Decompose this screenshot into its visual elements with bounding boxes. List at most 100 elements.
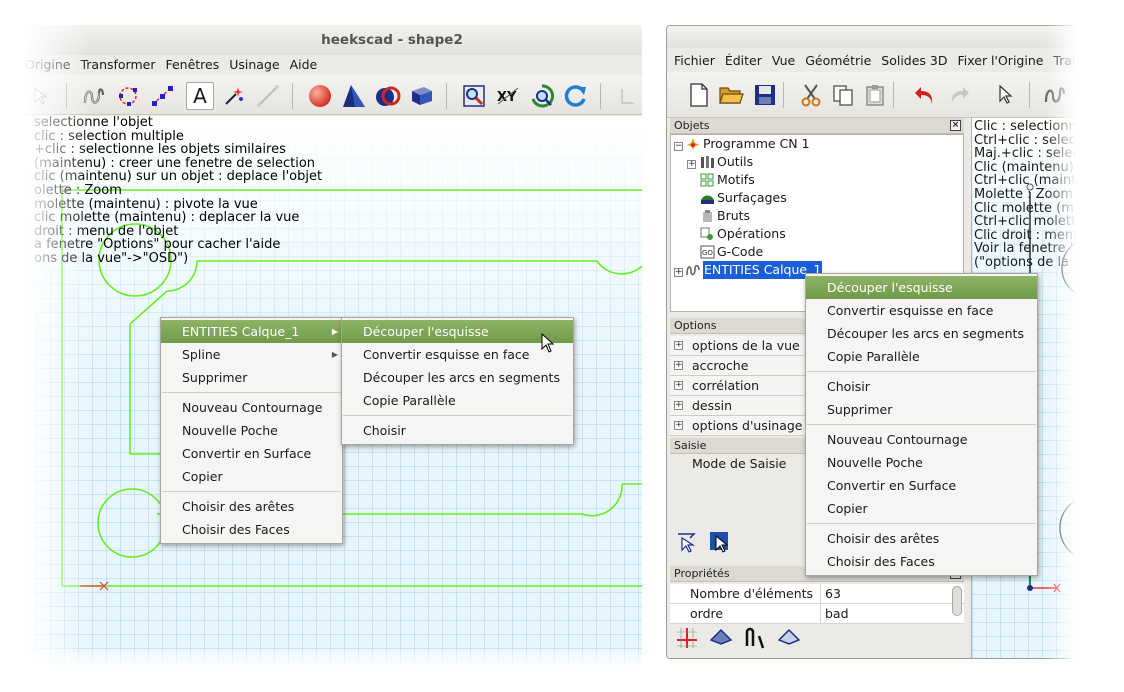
menu-origine[interactable]: Origine (22, 55, 73, 75)
menu-item-nouvelle-poche[interactable]: Nouvelle Poche (161, 419, 342, 442)
spline-tool-icon[interactable] (1041, 81, 1069, 109)
menu-item-copier[interactable]: Copier (806, 497, 1037, 520)
select-arrow-icon[interactable] (26, 82, 54, 110)
tree-item-bruts[interactable]: Bruts (700, 207, 750, 225)
sphere-icon[interactable] (306, 82, 334, 110)
objects-panel-header: Objets × (670, 118, 964, 134)
expand-icon[interactable]: + (674, 421, 683, 430)
menu-fenetres[interactable]: Fenêtres (162, 55, 222, 75)
cone-icon[interactable] (340, 82, 368, 110)
new-file-icon[interactable] (685, 81, 713, 109)
menu-geometrie[interactable]: Géométrie (802, 50, 874, 72)
toolbar (667, 72, 1076, 118)
cut-icon[interactable] (797, 81, 825, 109)
expand-icon[interactable]: + (674, 341, 683, 350)
property-key: ordre (690, 606, 724, 621)
tool-shape-alt-icon[interactable] (777, 626, 801, 650)
property-row: Nombre d'éléments 63 (670, 584, 964, 604)
tree-item-entities[interactable]: ENTITIES Calque_1 (686, 261, 823, 279)
menu-item-copier[interactable]: Copier (161, 465, 342, 488)
undo-icon[interactable] (911, 81, 939, 109)
menu-item-nouveau-contournage[interactable]: Nouveau Contournage (806, 428, 1037, 451)
menu-item-choisir-aretes[interactable]: Choisir des arêtes (161, 495, 342, 518)
expand-icon[interactable]: + (687, 160, 696, 169)
zoom-rotate-icon[interactable] (528, 82, 556, 110)
menu-separator (161, 488, 342, 495)
menu-item-decouper-arcs[interactable]: Découper les arcs en segments (342, 366, 573, 389)
menu-fixer-origine[interactable]: Fixer l'Origine (954, 50, 1046, 72)
tree-item-gcode[interactable]: GO G-Code (700, 243, 763, 261)
tree-item-motifs[interactable]: Motifs (700, 171, 755, 189)
path-tool-icon[interactable] (743, 626, 767, 650)
expand-icon[interactable]: + (674, 401, 683, 410)
menu-item-nouveau-contournage[interactable]: Nouveau Contournage (161, 396, 342, 419)
property-key: Nombre d'éléments (690, 586, 814, 601)
input-cancel-icon[interactable] (708, 530, 732, 554)
menu-item-choisir[interactable]: Choisir (342, 419, 573, 442)
menu-item-copie-parallele[interactable]: Copie Parallèle (806, 345, 1037, 368)
redo-icon[interactable] (945, 81, 973, 109)
tool-shape-icon[interactable] (709, 626, 733, 650)
property-value[interactable]: bad (820, 604, 849, 624)
menu-item-convertir-surface[interactable]: Convertir en Surface (806, 474, 1037, 497)
properties-toolbar (675, 626, 801, 650)
menu-item-decouper-esquisse[interactable]: Découper l'esquisse (806, 276, 1037, 299)
select-arrow-icon[interactable] (991, 81, 1019, 109)
menu-transformer[interactable]: Transf (1050, 50, 1076, 72)
copy-icon[interactable] (829, 81, 857, 109)
expand-icon[interactable]: + (674, 361, 683, 370)
axes-icon[interactable] (675, 626, 699, 650)
menu-aide[interactable]: Aide (287, 55, 321, 75)
help-text: selectionne l'objet clic : selection mul… (34, 115, 323, 266)
menu-fichier[interactable]: Fichier (671, 50, 718, 72)
menu-item-decouper-esquisse[interactable]: Découper l'esquisse (342, 320, 573, 343)
menu-item-copie-parallele[interactable]: Copie Parallèle (342, 389, 573, 412)
zoom-window-icon[interactable] (460, 82, 488, 110)
menu-item-choisir-faces[interactable]: Choisir des Faces (161, 518, 342, 541)
property-value[interactable]: 63 (820, 584, 841, 604)
tree-item-programme[interactable]: Programme CN 1 (686, 135, 810, 153)
tree-item-operations[interactable]: Opérations (700, 225, 786, 243)
open-folder-icon[interactable] (717, 81, 745, 109)
menu-editer[interactable]: Éditer (722, 50, 765, 72)
save-icon[interactable] (751, 81, 779, 109)
menu-item-choisir-aretes[interactable]: Choisir des arêtes (806, 527, 1037, 550)
scrollbar[interactable] (952, 586, 962, 616)
collapse-icon[interactable]: − (674, 142, 683, 151)
menu-item-convertir-esquisse-face[interactable]: Convertir esquisse en face (342, 343, 573, 366)
text-tool-icon[interactable]: A (186, 82, 214, 110)
program-icon (687, 138, 700, 150)
tree-item-surfacages[interactable]: Surfaçages (700, 189, 787, 207)
menu-item-choisir-faces[interactable]: Choisir des Faces (806, 550, 1037, 573)
menu-item-entities-calque[interactable]: ENTITIES Calque_1 ▶ (161, 320, 342, 343)
overflow-tool-icon[interactable] (614, 82, 642, 110)
refresh-view-icon[interactable] (562, 82, 590, 110)
xy-view-icon[interactable]: XY (494, 82, 522, 110)
close-icon[interactable]: × (950, 120, 961, 131)
input-accept-icon[interactable] (676, 530, 700, 554)
menu-item-nouvelle-poche[interactable]: Nouvelle Poche (806, 451, 1037, 474)
menu-item-supprimer[interactable]: Supprimer (806, 398, 1037, 421)
menu-solides-3d[interactable]: Solides 3D (878, 50, 950, 72)
cube-icon[interactable] (408, 82, 436, 110)
paste-icon[interactable] (861, 81, 889, 109)
menu-usinage[interactable]: Usinage (226, 55, 282, 75)
menu-item-convertir-esquisse-face[interactable]: Convertir esquisse en face (806, 299, 1037, 322)
spline-tool-icon[interactable] (80, 82, 108, 110)
menu-item-decouper-arcs[interactable]: Découper les arcs en segments (806, 322, 1037, 345)
menu-vue[interactable]: Vue (769, 50, 798, 72)
expand-icon[interactable]: + (674, 381, 683, 390)
context-menu: ENTITIES Calque_1 ▶ Spline ▶ Supprimer Nou… (160, 317, 343, 544)
line-points-icon[interactable] (148, 82, 176, 110)
menu-item-spline[interactable]: Spline ▶ (161, 343, 342, 366)
circle-points-icon[interactable] (114, 82, 142, 110)
torus-icon[interactable] (374, 82, 402, 110)
expand-icon[interactable]: + (674, 268, 683, 277)
magic-wand-icon[interactable] (220, 82, 248, 110)
menu-transformer[interactable]: Transformer (77, 55, 158, 75)
menu-item-convertir-surface[interactable]: Convertir en Surface (161, 442, 342, 465)
menu-item-supprimer[interactable]: Supprimer (161, 366, 342, 389)
tree-item-outils[interactable]: Outils (700, 153, 753, 171)
line-draw-icon[interactable] (254, 82, 282, 110)
menu-item-choisir[interactable]: Choisir (806, 375, 1037, 398)
